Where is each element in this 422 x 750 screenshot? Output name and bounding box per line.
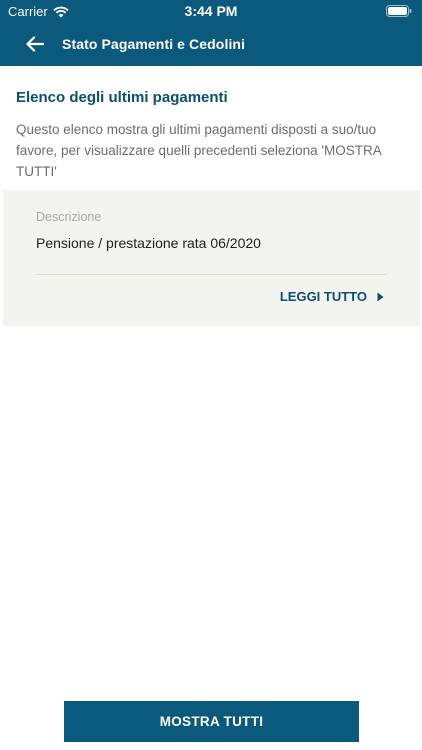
payment-card: Descrizione Pensione / prestazione rata … — [3, 190, 420, 326]
battery-icon — [386, 5, 412, 17]
header: Carrier 3:44 PM Stato Pagamenti e Cedoli… — [0, 0, 422, 66]
description-label: Descrizione — [36, 210, 102, 224]
page-title: Stato Pagamenti e Cedolini — [62, 36, 246, 52]
read-more-link[interactable]: LEGGI TUTTO — [280, 289, 384, 304]
card-divider — [36, 274, 386, 275]
description-value: Pensione / prestazione rata 06/2020 — [36, 235, 261, 251]
caret-right-icon — [377, 292, 384, 301]
read-more-label: LEGGI TUTTO — [279, 289, 367, 304]
back-button[interactable] — [20, 29, 50, 59]
section-title: Elenco degli ultimi pagamenti — [16, 89, 228, 106]
status-time: 3:44 PM — [184, 3, 238, 19]
status-bar: Carrier 3:44 PM — [0, 0, 422, 22]
arrow-left-icon — [26, 36, 44, 52]
intro-text: Questo elenco mostra gli ultimi pagament… — [16, 122, 382, 179]
navigation-bar: Stato Pagamenti e Cedolini — [0, 22, 422, 66]
show-all-button[interactable]: MOSTRA TUTTI — [64, 701, 359, 742]
